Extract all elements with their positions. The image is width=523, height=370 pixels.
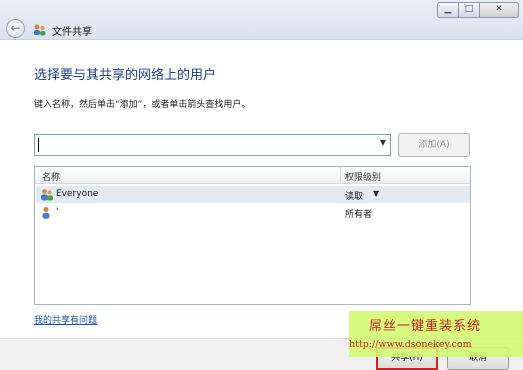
text-caret [38, 138, 39, 152]
column-divider[interactable] [340, 167, 341, 184]
user-name-input[interactable] [35, 135, 365, 155]
table-row[interactable]: ' 所有者 [36, 204, 470, 221]
page-title: 选择要与其共享的网络上的用户 [34, 68, 217, 83]
minimize-button[interactable]: ▁ [437, 2, 459, 18]
table-row[interactable]: Everyone 读取 ▼ [36, 186, 470, 203]
watermark-title: 屌丝一键重装系统 [369, 319, 482, 334]
close-button[interactable]: ✕ [479, 2, 519, 18]
add-button[interactable]: 添加(A) [398, 133, 470, 157]
watermark-url: http://www.dsonekey.com [349, 339, 472, 350]
maximize-icon: □ [464, 4, 474, 14]
row-permission-level[interactable]: 读取 [345, 189, 363, 202]
instruction-text: 键入名称，然后单击“添加”，或者单击箭头查找用户。 [34, 100, 251, 110]
dropdown-arrow-icon[interactable]: ▼ [380, 138, 386, 147]
user-name-combobox[interactable]: ▼ [34, 134, 391, 156]
title-bar: ← 文件共享 ▁ □ ✕ [0, 0, 523, 40]
table-header: 名称 权限级别 [35, 167, 470, 184]
column-header-permission[interactable]: 权限级别 [345, 170, 381, 183]
column-header-name[interactable]: 名称 [42, 170, 60, 183]
user-permissions-table: 名称 权限级别 Everyone 读取 ▼ ' 所有者 [34, 166, 471, 305]
file-sharing-icon [34, 24, 46, 36]
row-permission-level: 所有者 [345, 210, 373, 220]
group-icon [41, 189, 53, 201]
minimize-icon: ▁ [444, 4, 452, 14]
back-arrow-icon: ← [10, 21, 21, 35]
row-user-name: ' [56, 207, 59, 217]
maximize-button[interactable]: □ [458, 2, 480, 18]
back-button[interactable]: ← [6, 19, 25, 38]
window-title: 文件共享 [52, 27, 92, 38]
permission-dropdown-icon[interactable]: ▼ [373, 189, 379, 198]
site-watermark: 屌丝一键重装系统 http://www.dsonekey.com [349, 311, 523, 357]
close-icon: ✕ [495, 4, 503, 14]
row-user-name: Everyone [56, 189, 99, 199]
user-icon [42, 207, 50, 219]
sharing-help-link[interactable]: 我的共享有问题 [34, 313, 97, 326]
